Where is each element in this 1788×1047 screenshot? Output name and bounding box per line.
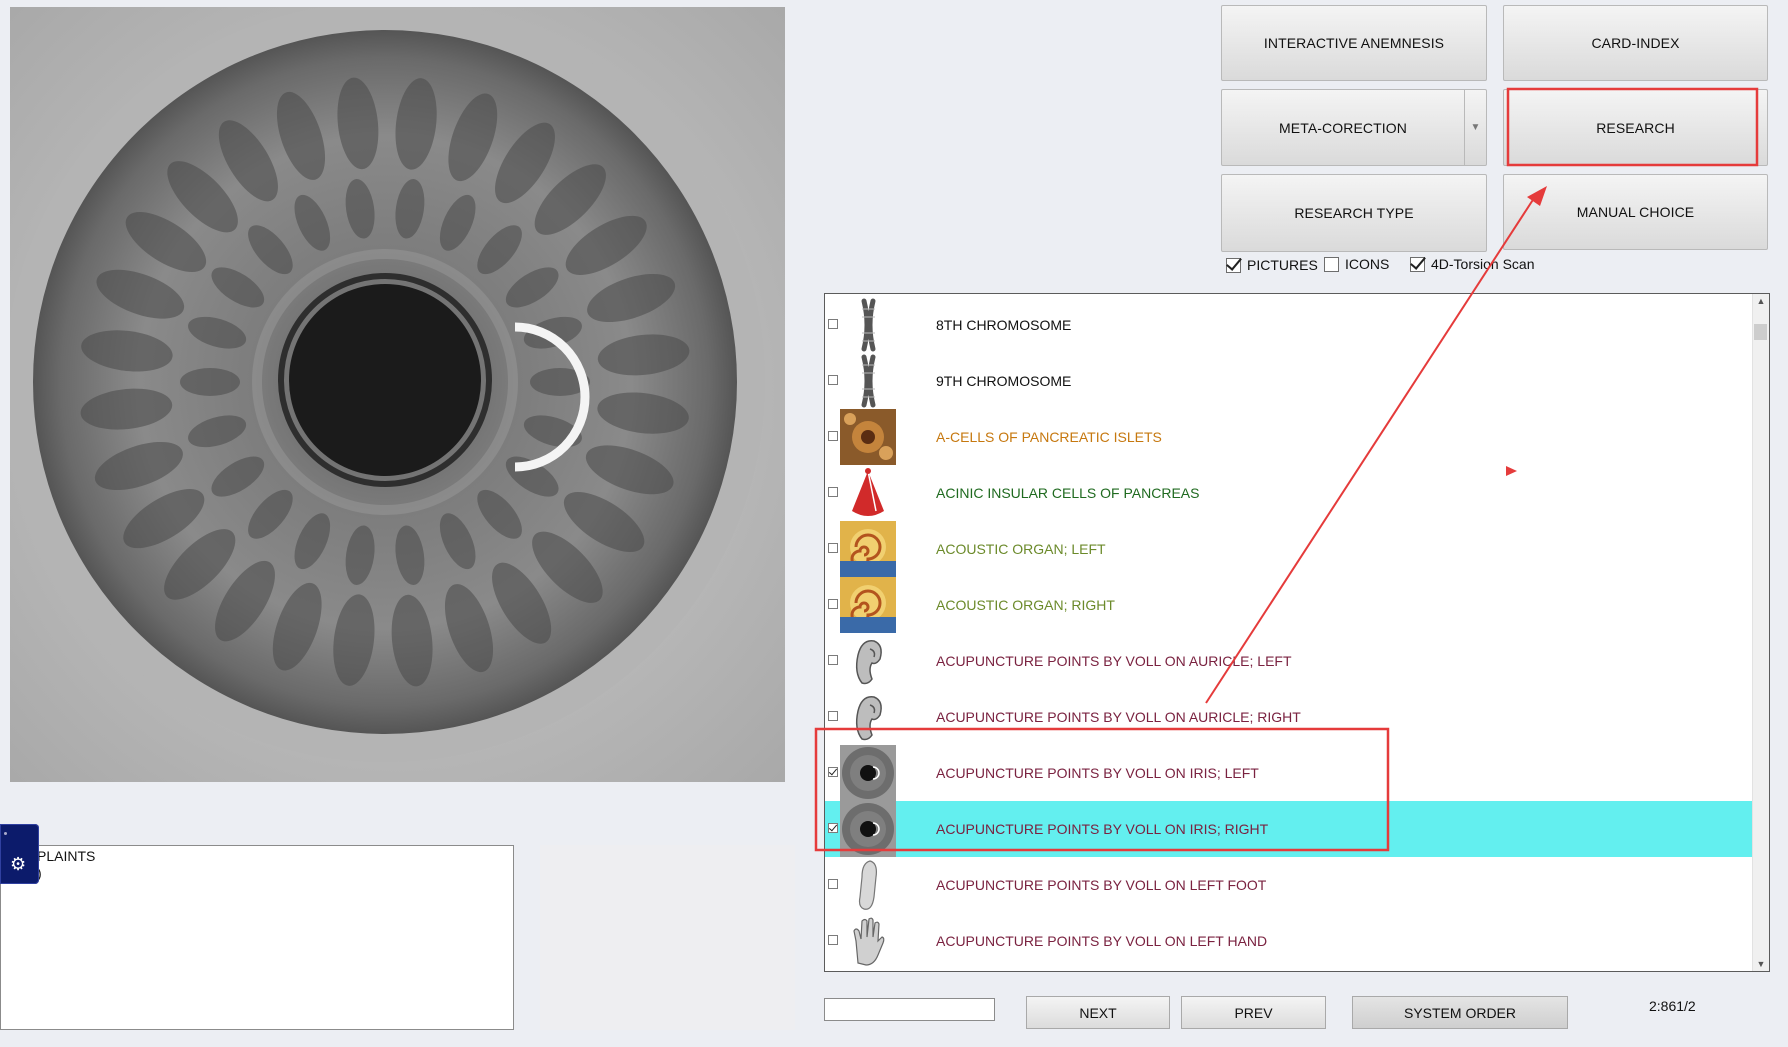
list-item[interactable]: ACUPUNCTURE POINTS BY VOLL ON IRIS; LEFT <box>825 745 1753 801</box>
icons-checkbox-box[interactable] <box>1324 256 1339 272</box>
research-type-label: RESEARCH TYPE <box>1294 205 1414 221</box>
pancreatic-cells-icon <box>840 409 896 465</box>
list-item-label: ACOUSTIC ORGAN; RIGHT <box>936 597 1115 613</box>
next-button[interactable]: NEXT <box>1026 996 1170 1029</box>
iris-icon <box>840 745 896 801</box>
scroll-up-icon[interactable]: ▲ <box>1753 296 1769 306</box>
iris-icon <box>840 801 896 857</box>
list-item-checkbox[interactable] <box>828 599 838 609</box>
torsion-scan-label: 4D-Torsion Scan <box>1431 256 1535 272</box>
list-item[interactable]: ACUPUNCTURE POINTS BY VOLL ON AURICLE; L… <box>825 633 1753 689</box>
chromosome-icon <box>840 297 896 353</box>
chromosome-icon <box>840 353 896 409</box>
cochlea-icon <box>840 521 896 577</box>
list-item-checkbox[interactable] <box>828 767 838 777</box>
list-item[interactable]: 8TH CHROMOSOME <box>825 297 1753 353</box>
complaints-line-2: ) <box>37 865 42 881</box>
icons-label: ICONS <box>1345 256 1390 272</box>
list-item-label: ACUPUNCTURE POINTS BY VOLL ON AURICLE; R… <box>936 709 1301 725</box>
interactive-anemnesis-button[interactable]: INTERACTIVE ANEMNESIS <box>1221 5 1487 81</box>
list-item[interactable]: A-CELLS OF PANCREATIC ISLETS <box>825 409 1753 465</box>
list-scrollbar[interactable]: ▲ ▼ <box>1752 294 1769 971</box>
list-item-checkbox[interactable] <box>828 375 838 385</box>
manual-choice-label: MANUAL CHOICE <box>1576 204 1695 220</box>
list-item-checkbox[interactable] <box>828 431 838 441</box>
list-item-checkbox[interactable] <box>828 655 838 665</box>
list-item-label: ACUPUNCTURE POINTS BY VOLL ON LEFT FOOT <box>936 877 1267 893</box>
list-item-label: ACUPUNCTURE POINTS BY VOLL ON LEFT HAND <box>936 933 1268 949</box>
list-item-checkbox[interactable] <box>828 543 838 553</box>
system-order-button[interactable]: SYSTEM ORDER <box>1352 996 1568 1029</box>
card-index-label: CARD-INDEX <box>1591 35 1680 51</box>
list-item[interactable]: ACOUSTIC ORGAN; RIGHT <box>825 577 1753 633</box>
meta-correction-label: META-CORECTION <box>1279 119 1407 136</box>
pictures-checkbox-box[interactable] <box>1226 257 1241 273</box>
list-item[interactable]: ACUPUNCTURE POINTS BY VOLL ON LEFT HAND <box>825 913 1753 969</box>
system-order-label: SYSTEM ORDER <box>1403 1004 1516 1021</box>
scrollbar-thumb[interactable] <box>1754 324 1767 340</box>
complaints-line-1: PLAINTS <box>37 848 96 864</box>
interactive-anemnesis-label: INTERACTIVE ANEMNESIS <box>1263 35 1445 51</box>
search-input[interactable] <box>824 998 995 1021</box>
ear-icon <box>840 633 896 689</box>
list-item[interactable]: ACUPUNCTURE POINTS BY VOLL ON LEFT FOOT <box>825 857 1753 913</box>
list-item[interactable]: ACINIC INSULAR CELLS OF PANCREAS <box>825 465 1753 521</box>
list-item-label: ACUPUNCTURE POINTS BY VOLL ON IRIS; LEFT <box>936 765 1259 781</box>
pictures-checkbox[interactable]: PICTURES <box>1226 257 1318 273</box>
foot-icon <box>840 857 896 913</box>
hand-icon <box>840 913 896 969</box>
pictures-label: PICTURES <box>1247 257 1318 273</box>
manual-choice-button[interactable]: MANUAL CHOICE <box>1503 174 1768 250</box>
iris-crypt <box>180 368 240 396</box>
preview-panel <box>540 845 795 1030</box>
list-item-checkbox[interactable] <box>828 319 838 329</box>
list-item-label: ACUPUNCTURE POINTS BY VOLL ON IRIS; RIGH… <box>936 821 1269 837</box>
ear-icon <box>840 689 896 745</box>
list-item[interactable]: ACUPUNCTURE POINTS BY VOLL ON IRIS; RIGH… <box>825 801 1753 857</box>
next-label: NEXT <box>1079 1004 1117 1021</box>
prev-label: PREV <box>1234 1004 1273 1021</box>
torsion-scan-checkbox[interactable]: 4D-Torsion Scan <box>1410 256 1535 272</box>
list-item-label: A-CELLS OF PANCREATIC ISLETS <box>936 429 1162 445</box>
list-item-checkbox[interactable] <box>828 711 838 721</box>
icons-checkbox[interactable]: ICONS <box>1324 256 1389 272</box>
complaints-textarea[interactable]: PLAINTS ) <box>0 845 514 1030</box>
research-type-button[interactable]: RESEARCH TYPE <box>1221 174 1487 252</box>
list-item[interactable]: ACUPUNCTURE POINTS BY VOLL ON AURICLE; R… <box>825 689 1753 745</box>
iris-image <box>10 7 785 782</box>
list-item[interactable]: 9TH CHROMOSOME <box>825 353 1753 409</box>
meta-correction-button[interactable]: META-CORECTION ▼ <box>1221 89 1487 166</box>
torsion-scan-checkbox-box[interactable] <box>1410 256 1425 272</box>
list-item-checkbox[interactable] <box>828 823 838 833</box>
card-index-button[interactable]: CARD-INDEX <box>1503 5 1768 81</box>
list-item-label: ACUPUNCTURE POINTS BY VOLL ON AURICLE; L… <box>936 653 1292 669</box>
cochlea-icon <box>840 577 896 633</box>
list-item-label: ACINIC INSULAR CELLS OF PANCREAS <box>936 485 1200 501</box>
list-item-label: 9TH CHROMOSOME <box>936 373 1072 389</box>
scroll-down-icon[interactable]: ▼ <box>1753 959 1769 969</box>
settings-app-icon[interactable]: ⚙ <box>0 824 39 884</box>
list-item-label: 8TH CHROMOSOME <box>936 317 1072 333</box>
star-dot-icon <box>4 832 7 835</box>
page-counter: 2:861/2 <box>1649 998 1696 1014</box>
gear-icon: ⚙ <box>10 854 27 874</box>
chevron-down-icon[interactable]: ▼ <box>1464 90 1486 165</box>
list-item[interactable]: ACOUSTIC ORGAN; LEFT <box>825 521 1753 577</box>
list-item-checkbox[interactable] <box>828 935 838 945</box>
research-button[interactable]: RESEARCH <box>1503 89 1768 166</box>
research-label: RESEARCH <box>1596 119 1675 136</box>
acinus-icon <box>840 465 896 521</box>
list-item-checkbox[interactable] <box>828 487 838 497</box>
research-list[interactable]: 8TH CHROMOSOME 9TH CHROMOSOME A-CELLS OF P… <box>824 293 1770 972</box>
list-item-checkbox[interactable] <box>828 879 838 889</box>
prev-button[interactable]: PREV <box>1181 996 1326 1029</box>
list-item-label: ACOUSTIC ORGAN; LEFT <box>936 541 1106 557</box>
